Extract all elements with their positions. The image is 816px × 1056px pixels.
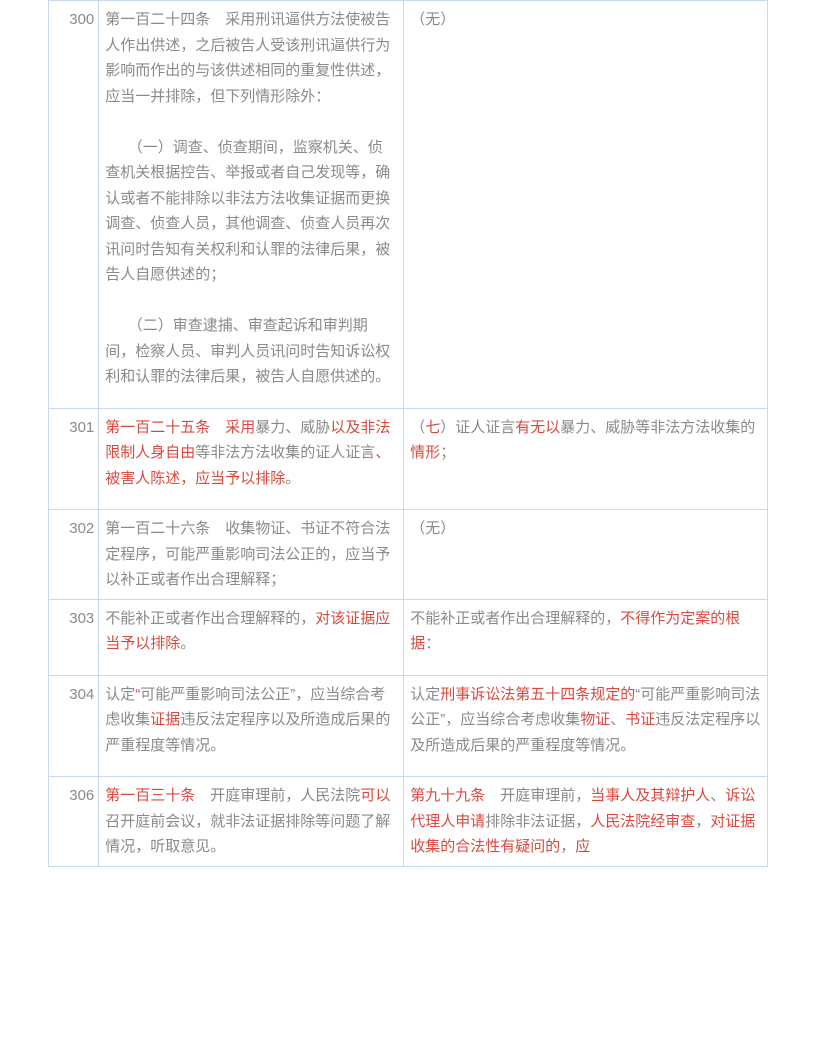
left-text-cell: 第一百二十六条 收集物证、书证不符合法定程序，可能严重影响司法公正的，应当予以补… — [99, 510, 404, 600]
left-text-cell: 认定“可能严重影响司法公正”，应当综合考虑收集证据违反法定程序以及所造成后果的严… — [99, 675, 404, 777]
row-number: 301 — [49, 408, 99, 510]
row-number: 300 — [49, 1, 99, 409]
row-number: 303 — [49, 599, 99, 675]
right-text-cell: 第九十九条 开庭审理前，当事人及其辩护人、诉讼代理人申请排除非法证据，人民法院经… — [404, 777, 768, 867]
right-text-cell: （无） — [404, 510, 768, 600]
table-row: 306第一百三十条 开庭审理前，人民法院可以召开庭前会议，就非法证据排除等问题了… — [49, 777, 768, 867]
right-text-cell: （七）证人证言有无以暴力、威胁等非法方法收集的情形； — [404, 408, 768, 510]
right-text-cell: 不能补正或者作出合理解释的，不得作为定案的根据： — [404, 599, 768, 675]
table-row: 304认定“可能严重影响司法公正”，应当综合考虑收集证据违反法定程序以及所造成后… — [49, 675, 768, 777]
row-number: 306 — [49, 777, 99, 867]
right-text-cell: （无） — [404, 1, 768, 409]
left-text-cell: 不能补正或者作出合理解释的，对该证据应当予以排除。 — [99, 599, 404, 675]
table-row: 302第一百二十六条 收集物证、书证不符合法定程序，可能严重影响司法公正的，应当… — [49, 510, 768, 600]
left-text-cell: 第一百三十条 开庭审理前，人民法院可以召开庭前会议，就非法证据排除等问题了解情况… — [99, 777, 404, 867]
table-row: 300第一百二十四条 采用刑讯逼供方法使被告人作出供述，之后被告人受该刑讯逼供行… — [49, 1, 768, 409]
table-row: 303不能补正或者作出合理解释的，对该证据应当予以排除。不能补正或者作出合理解释… — [49, 599, 768, 675]
left-text-cell: 第一百二十四条 采用刑讯逼供方法使被告人作出供述，之后被告人受该刑讯逼供行为影响… — [99, 1, 404, 409]
row-number: 304 — [49, 675, 99, 777]
comparison-table: 300第一百二十四条 采用刑讯逼供方法使被告人作出供述，之后被告人受该刑讯逼供行… — [48, 0, 768, 867]
table-row: 301第一百二十五条 采用暴力、威胁以及非法限制人身自由等非法方法收集的证人证言… — [49, 408, 768, 510]
left-text-cell: 第一百二十五条 采用暴力、威胁以及非法限制人身自由等非法方法收集的证人证言、被害… — [99, 408, 404, 510]
right-text-cell: 认定刑事诉讼法第五十四条规定的“可能严重影响司法公正”，应当综合考虑收集物证、书… — [404, 675, 768, 777]
row-number: 302 — [49, 510, 99, 600]
